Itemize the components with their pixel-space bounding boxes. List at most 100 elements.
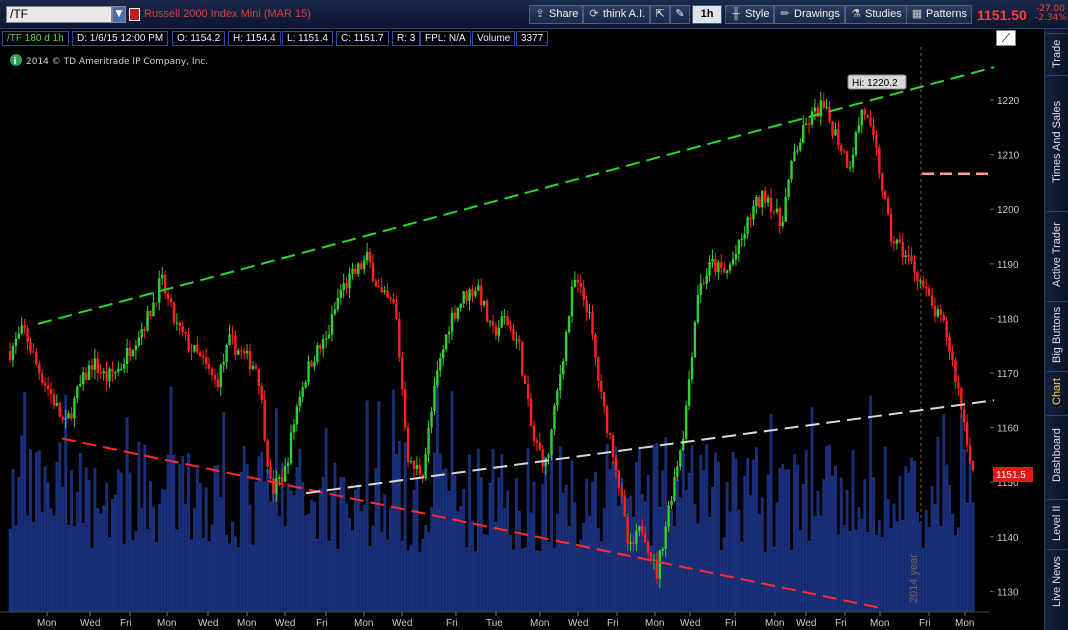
symbol-input[interactable]: /TF [6,6,112,23]
candle-body [611,435,615,458]
candle-body [324,338,328,340]
cursor-icon: ⇱ [655,8,665,20]
flag-icon[interactable] [129,8,140,21]
style-button[interactable]: ╫ Style [725,5,775,24]
candle-body [143,329,146,331]
candle-body [23,325,26,329]
info-icon-glyph: i [14,57,17,67]
volume-bar [517,510,521,612]
settings-button[interactable]: ✎ [670,5,690,24]
volume-bar [951,513,955,612]
candle-body [11,345,15,360]
drawing-tool-icon[interactable]: ⟋ [996,30,1016,46]
candle-body [927,288,931,296]
candle-body [149,310,152,317]
volume-bar [798,530,802,612]
candle-body [567,316,571,333]
volume-bar [46,482,50,612]
candle-body [383,290,386,293]
volume-bar [348,518,352,612]
volume-bar [169,386,173,612]
volume-bar [386,539,390,612]
sidebar-tab-big-buttons[interactable]: Big Buttons [1046,301,1068,367]
candle-body [17,333,20,339]
pointer-tool-button[interactable]: ⇱ [650,5,670,24]
volume-bar [509,534,513,612]
volume-bar [201,537,205,612]
patterns-button[interactable]: ▦ Patterns [906,5,972,24]
candle-body [629,542,632,544]
x-tick-label: Fri [120,618,132,629]
studies-button[interactable]: ⚗ Studies [845,5,907,24]
candle-body [485,300,489,323]
candle-body [392,299,395,304]
candle-body [313,361,316,367]
upper-trendline[interactable] [37,66,995,325]
volume-bar [175,529,179,612]
sidebar-tab-chart[interactable]: Chart [1046,371,1068,411]
candle-body [321,339,325,349]
candle-body [357,263,360,274]
volume-bar [365,400,369,612]
candle-body [140,329,143,338]
volume-bar [8,528,12,612]
volume-bar [869,395,873,612]
candle-body [910,256,913,262]
volume-bar [673,526,676,612]
candle-body [283,466,287,482]
volume-bars [8,386,975,612]
sidebar-tab-dashboard[interactable]: Dashboard [1046,415,1068,495]
y-tick-label: 1130 [997,587,1019,598]
volume-bar [313,501,316,612]
volume-bar [43,466,47,612]
volume-bar [251,544,255,612]
candle-body [784,196,787,222]
volume-bar [772,546,776,612]
volume-bar [746,457,750,612]
share-button[interactable]: ⇪ Share [529,5,584,24]
volume-bar [20,435,24,612]
volume-bar [149,480,152,612]
timeframe-button[interactable]: 1h [692,5,722,24]
price-chart[interactable]: 1220121012001190118011701160115011401130… [0,47,1044,630]
volume-bar [236,547,240,612]
sidebar-tab-level-ii[interactable]: Level II [1046,499,1068,547]
right-sidebar: Trade Times And Sales Active Trader Big But… [1044,29,1068,630]
price-tag-text: 1151.5 [996,470,1026,481]
candle-body [632,542,635,544]
candle-body [526,384,530,399]
volume-bar [834,465,837,612]
candle-body [424,453,427,479]
volume-bar [447,490,451,612]
volume-bar [822,479,826,612]
chevron-down-icon[interactable]: ▼ [112,6,126,23]
volume-bar [260,452,264,612]
think-ai-button[interactable]: ⟳ think A.I. [583,5,651,24]
y-tick-label: 1190 [997,260,1019,271]
candle-body [658,550,662,579]
x-tick-label: Wed [796,618,816,629]
candle-body [922,280,925,287]
volume-bar [29,448,32,612]
share-icon: ⇪ [535,8,545,20]
volume-bar [491,448,495,612]
volume-bar [465,547,469,612]
sidebar-tab-live-news[interactable]: Live News [1046,549,1068,613]
candle-body [310,361,313,367]
candle-body [960,388,963,410]
volume-bar [421,538,425,612]
candle-body [617,470,621,489]
sidebar-tab-active-trader[interactable]: Active Trader [1046,211,1068,297]
sidebar-tab-times-and-sales[interactable]: Times And Sales [1046,75,1068,207]
volume-bar [400,540,404,612]
volume-bar [471,520,474,612]
volume-bar [737,509,741,612]
drawings-button[interactable]: ✏ Drawings [774,5,845,24]
volume-bar [640,494,644,612]
volume-bar [125,417,129,612]
volume-bar [754,447,758,612]
volume-bar [579,539,583,612]
chart-period[interactable]: /TF 180 d 1h [2,31,69,46]
volume-bar [409,544,413,612]
sidebar-tab-trade[interactable]: Trade [1046,33,1068,73]
